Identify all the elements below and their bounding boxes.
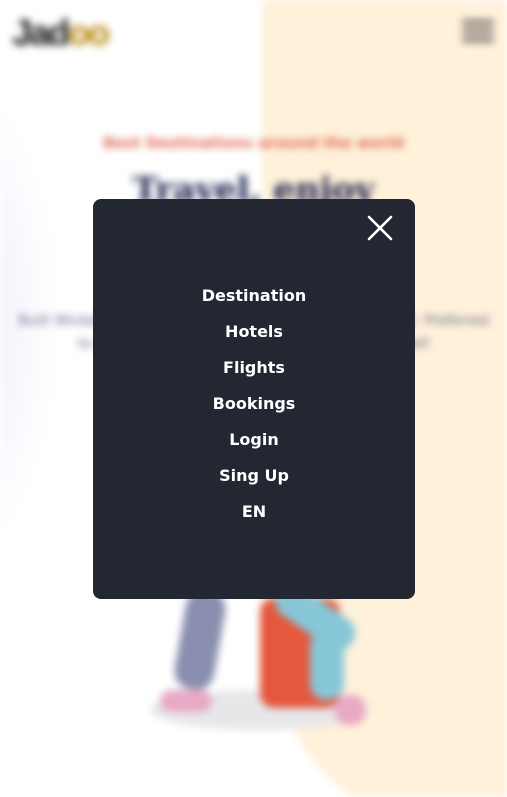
logo: Jadoo bbox=[12, 12, 110, 54]
menu-list: Destination Hotels Flights Bookings Logi… bbox=[93, 277, 415, 529]
logo-accent: oo bbox=[68, 12, 110, 53]
menu-item-sign-up[interactable]: Sing Up bbox=[93, 457, 415, 493]
hamburger-icon bbox=[462, 20, 494, 42]
nav-menu-modal: Destination Hotels Flights Bookings Logi… bbox=[93, 199, 415, 599]
menu-item-language[interactable]: EN bbox=[93, 493, 415, 529]
menu-item-bookings[interactable]: Bookings bbox=[93, 385, 415, 421]
menu-item-login[interactable]: Login bbox=[93, 421, 415, 457]
close-button[interactable] bbox=[365, 213, 395, 243]
menu-item-destination[interactable]: Destination bbox=[93, 277, 415, 313]
logo-main: Jad bbox=[12, 12, 70, 53]
close-icon bbox=[367, 215, 393, 241]
menu-item-flights[interactable]: Flights bbox=[93, 349, 415, 385]
menu-item-hotels[interactable]: Hotels bbox=[93, 313, 415, 349]
traveler-illustration bbox=[140, 577, 380, 740]
hero-tagline: Best Destinations around the world bbox=[103, 134, 404, 152]
